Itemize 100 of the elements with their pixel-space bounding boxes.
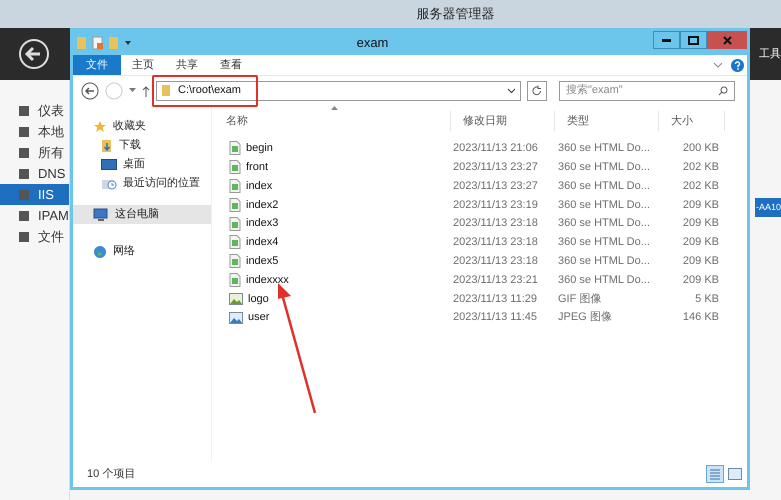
ribbon-tab[interactable]: 查看 [209,55,253,75]
file-name: front [246,160,268,175]
modified-date: 2023/11/13 21:06 [452,141,539,156]
file-row[interactable]: index2 2023/11/13 23:19 360 se HTML Do... 209 KB [214,195,747,214]
file-row[interactable]: index3 2023/11/13 23:18 360 se HTML Do... 209 KB [214,214,747,233]
nav-item[interactable]: 收藏夹 [73,117,211,136]
nav-label: 最近访问的位置 [123,176,200,192]
file-name: index5 [246,254,278,269]
nav-item[interactable]: 网络 [73,242,211,261]
sidebar-item[interactable]: 本地 [0,121,69,142]
dropdown-icon[interactable] [124,40,132,46]
file-size: 209 KB [682,272,719,288]
address-field[interactable]: C:\root\exam [156,80,521,100]
file-size: 200 KB [682,141,719,156]
modified-date: 2023/11/13 23:27 [452,178,539,194]
nav-item[interactable]: 下载 [73,136,211,155]
file-type: 360 se HTML Do... [557,235,651,250]
file-type: JPEG 图像 [557,310,613,326]
ribbon-tab[interactable]: 文件 [73,55,121,75]
nav-item[interactable]: 这台电脑 [73,205,211,224]
folder-icon [101,138,113,152]
back-icon[interactable] [81,82,99,100]
tools-menu[interactable]: 工具 [759,46,781,62]
file-row[interactable]: index5 2023/11/13 23:18 360 se HTML Do... 209 KB [214,252,747,271]
nav-label: 桌面 [123,156,145,172]
ribbon-tab[interactable]: 共享 [165,55,209,75]
file-type: 360 se HTML Do... [557,254,651,269]
document-icon [229,160,241,174]
window-title: exam [356,34,388,52]
file-name: indexxxx [246,272,289,288]
sidebar-item[interactable]: IPAM [0,205,69,226]
chevron-icon[interactable] [713,62,723,68]
nav-item[interactable]: 最近访问的位置 [73,174,211,193]
search-icon[interactable] [718,86,728,96]
file-size: 202 KB [682,178,719,194]
close-icon [722,36,732,44]
server-icon [18,126,30,138]
modified-date: 2023/11/13 23:18 [452,235,539,250]
up-arrow-icon[interactable] [142,84,150,96]
sidebar-item[interactable]: DNS [0,163,69,184]
globe-icon [93,244,107,258]
monitor-icon [101,158,117,170]
file-row[interactable]: index 2023/11/13 23:27 360 se HTML Do... 202 KB [214,176,747,196]
sidebar-item[interactable]: IIS [0,184,69,205]
file-type: 360 se HTML Do... [557,141,651,156]
column-header[interactable]: 大小 [659,111,725,131]
server-name: -AA10 [756,200,781,214]
dropdown-icon[interactable] [507,88,516,94]
sidebar-label: 本地 [38,122,64,141]
file-row[interactable]: user 2023/11/13 11:45 JPEG 图像 146 KB [214,308,747,327]
file-row[interactable]: begin 2023/11/13 21:06 360 se HTML Do... 200 KB [214,139,747,158]
server-icon [18,146,30,158]
sidebar-label: IPAM [38,206,69,225]
sidebar-label: 文件 [38,228,64,246]
document-icon [229,272,241,287]
refresh-icon [532,85,542,96]
file-name: index [246,178,272,194]
file-size: 146 KB [682,310,719,326]
column-header[interactable]: 类型 [555,111,659,131]
modified-date: 2023/11/13 23:27 [452,160,539,175]
server-icon [18,168,30,180]
computer-icon [93,208,109,222]
window-title: 服务器管理器 [416,5,494,24]
maximize-icon [688,36,699,44]
search-input[interactable]: 搜索"exam" [566,82,718,99]
file-type: GIF 图像 [557,292,602,307]
file-name: index4 [246,235,278,250]
sidebar-item[interactable]: 文件 [0,226,69,247]
ribbon-tab[interactable]: 主页 [121,55,165,75]
server-icon [18,188,30,200]
large-icons-view-icon[interactable] [728,468,742,480]
file-name: logo [248,292,269,307]
nav-label: 网络 [113,244,135,260]
refresh-button[interactable] [527,80,547,100]
column-header[interactable]: 名称 [214,111,451,131]
properties-icon[interactable] [92,36,104,50]
file-row[interactable]: front 2023/11/13 23:27 360 se HTML Do... 202 KB [214,158,747,177]
maximize-button[interactable] [680,31,707,49]
minimize-button[interactable] [653,31,680,49]
sidebar-item[interactable]: 所有 [0,142,69,163]
close-button[interactable] [707,31,747,49]
file-row[interactable]: index4 2023/11/13 23:18 360 se HTML Do... 209 KB [214,232,747,252]
nav-label: 下载 [119,138,141,154]
nav-item[interactable]: 桌面 [73,155,211,174]
search-field[interactable]: 搜索"exam" [559,80,735,100]
file-type: 360 se HTML Do... [557,272,651,288]
server-row[interactable]: -AA10 [754,198,781,217]
star-icon [93,120,107,134]
file-name: begin [246,141,273,156]
sidebar-item[interactable]: 仪表 [0,100,69,121]
details-view-icon[interactable] [706,465,724,483]
server-icon [18,210,30,222]
help-icon[interactable] [731,58,744,72]
nav-label: 这台电脑 [115,206,159,222]
column-header[interactable]: 修改日期 [451,111,555,131]
file-row[interactable]: logo 2023/11/13 11:29 GIF 图像 5 KB [214,289,747,308]
server-icon [18,104,30,116]
file-row[interactable]: indexxxx 2023/11/13 23:21 360 se HTML Do... 209 KB [214,270,747,290]
sidebar-label: 仪表 [38,102,64,120]
file-size: 209 KB [682,198,719,213]
